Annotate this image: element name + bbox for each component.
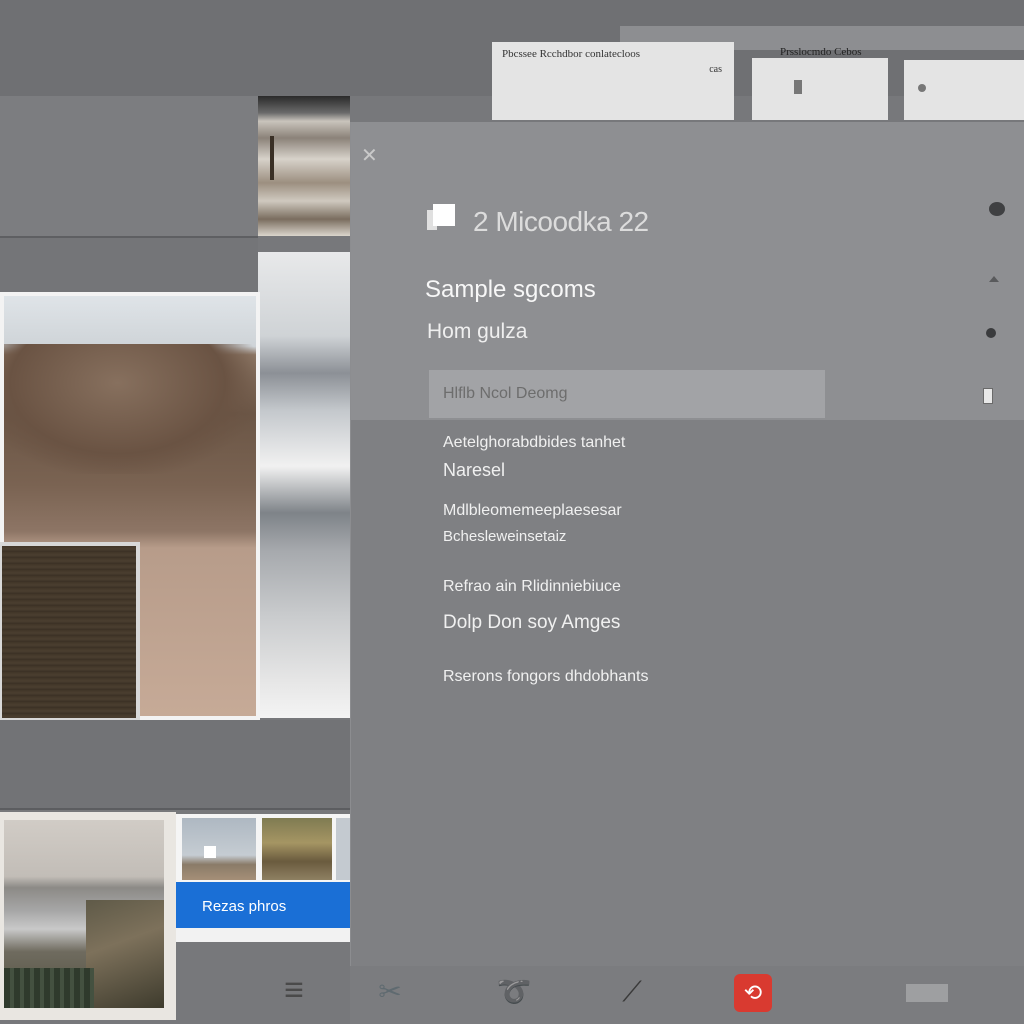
body-text: Naresel	[443, 460, 506, 480]
resize-photos-button[interactable]: Rezas phros	[176, 882, 350, 928]
link-text[interactable]: Rserons fongors dhdobhants	[443, 668, 648, 686]
tab-second[interactable]	[752, 58, 888, 120]
desktop-background-left	[0, 96, 258, 236]
body-text: Bchesleweinsetaiz	[443, 528, 567, 545]
dialog-panel: ✕ 2 Micoodka 22 Sample sgcoms Hom gulza …	[350, 122, 1024, 1024]
thumbnail[interactable]	[262, 818, 332, 880]
tab-icon	[794, 80, 802, 94]
search-input[interactable]	[429, 370, 825, 418]
desktop-background-lower	[0, 720, 350, 810]
brush-icon[interactable]: ⟋	[612, 972, 652, 1012]
tab-extra-label: cas	[709, 64, 722, 75]
document-icon[interactable]	[983, 388, 993, 404]
caret-up-icon[interactable]	[989, 276, 999, 282]
bottom-toolbar: ✂ ➰ ⟋ ⟲	[350, 966, 1024, 1024]
section-subtitle: Hom gulza	[427, 320, 528, 343]
post-shape	[270, 136, 274, 180]
menu-dot-icon[interactable]	[989, 202, 1005, 216]
adobe-icon[interactable]: ⟲	[734, 974, 772, 1012]
dune-ridge	[4, 344, 256, 474]
close-icon[interactable]: ✕	[361, 144, 385, 168]
thumbnail[interactable]	[336, 818, 350, 880]
app-title: 2 Micoodka 22	[473, 206, 649, 237]
thumbnail[interactable]	[182, 818, 256, 880]
option-dot-icon[interactable]	[986, 328, 996, 338]
tab-third[interactable]	[904, 60, 1024, 120]
stack-icon[interactable]: ≡	[278, 970, 310, 1010]
photo-lake-thumbnail[interactable]	[258, 96, 350, 236]
photo-mountain-strip[interactable]	[258, 252, 350, 718]
trees-shape	[4, 968, 94, 1008]
button-shadow	[176, 928, 350, 942]
scissors-icon[interactable]: ✂	[370, 972, 410, 1012]
tab-label: Pbcssee Rcchdbor conlatecloos	[502, 48, 641, 60]
logo-part	[433, 204, 455, 226]
body-text: Dolp Don soy Amges	[443, 612, 621, 633]
lasso-icon[interactable]: ➰	[494, 972, 534, 1012]
photo-dark-texture[interactable]	[2, 546, 136, 718]
body-text: Aetelghorabdbides tanhet	[443, 434, 626, 451]
thumbnail-marker	[204, 846, 216, 858]
thumbnail-strip	[176, 814, 350, 884]
tab-document[interactable]: Pbcssee Rcchdbor conlatecloos cas	[492, 42, 734, 120]
section-title: Sample sgcoms	[425, 276, 596, 303]
tab-dot-icon	[918, 84, 926, 92]
body-text: Refrao ain Rlidinniebiuce	[443, 578, 621, 595]
strip-title: Prsslocmdo Cebos	[780, 46, 862, 58]
desktop-background-band	[0, 238, 258, 292]
photo-foggy-mountains[interactable]	[4, 820, 164, 1008]
app-logo-icon	[427, 204, 455, 232]
body-text: Mdlbleomemeeplaesesar	[443, 502, 622, 519]
panel-toggle-icon[interactable]	[906, 984, 948, 1002]
cliff-shape	[86, 900, 164, 1008]
divider	[0, 808, 350, 810]
